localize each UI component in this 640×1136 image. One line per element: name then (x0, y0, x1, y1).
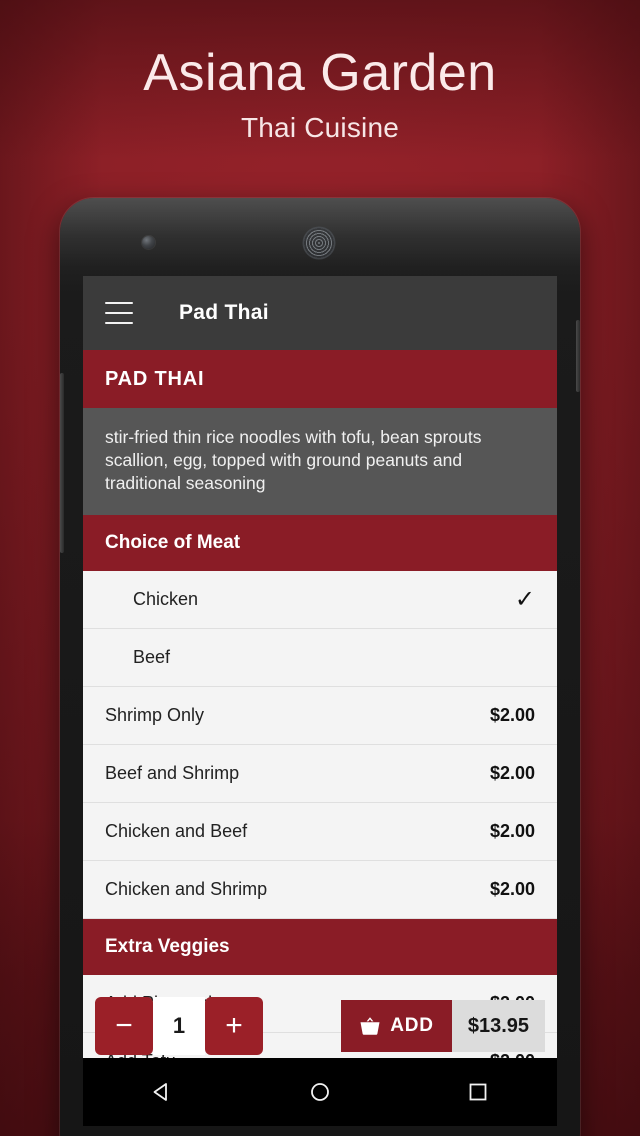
description-line: stir-fried thin rice noodles with tofu, … (105, 427, 482, 447)
app-bar-title: Pad Thai (179, 301, 269, 324)
add-to-cart-button[interactable]: ADD (341, 1000, 452, 1052)
option-label: Chicken (133, 589, 199, 610)
phone-screen: Pad Thai PAD THAI stir-fried thin rice n… (83, 276, 557, 1058)
option-label: Beef and Shrimp (105, 763, 240, 784)
option-row-chicken-and-shrimp[interactable]: Chicken and Shrimp $2.00 (83, 861, 557, 920)
phone-device-mockup: Pad Thai PAD THAI stir-fried thin rice n… (60, 198, 580, 1136)
option-price: $2.00 (489, 705, 535, 726)
option-price: $2.00 (489, 879, 535, 900)
decrement-quantity-button[interactable]: − (95, 997, 153, 1055)
option-row-chicken-and-beef[interactable]: Chicken and Beef $2.00 (83, 803, 557, 862)
option-label: Chicken and Shrimp (105, 879, 268, 900)
option-price: $2.00 (489, 763, 535, 784)
option-price: $2.00 (490, 1051, 535, 1058)
option-label: Shrimp Only (105, 705, 205, 726)
hamburger-menu-icon[interactable] (105, 302, 133, 324)
back-triangle-icon (153, 1083, 167, 1101)
restaurant-name: Asiana Garden (143, 44, 497, 102)
add-button-label: ADD (390, 1015, 434, 1036)
description-line: traditional seasoning (105, 473, 266, 494)
nav-recents-button[interactable] (448, 1072, 508, 1112)
option-row-shrimp-only[interactable]: Shrimp Only $2.00 (83, 687, 557, 746)
front-camera-icon (142, 236, 155, 249)
home-circle-icon (311, 1083, 329, 1101)
recents-square-icon (469, 1083, 487, 1101)
checkmark-icon: ✓ (514, 585, 535, 613)
description-line: scallion, egg, topped with ground peanut… (105, 450, 463, 471)
power-button[interactable] (576, 320, 580, 392)
quantity-value[interactable]: 1 (153, 997, 205, 1055)
item-description: stir-fried thin rice noodles with tofu, … (83, 408, 557, 516)
hero-branding: Asiana Garden Thai Cuisine (0, 44, 640, 144)
app-bar: Pad Thai (83, 276, 557, 350)
nav-home-button[interactable] (290, 1072, 350, 1112)
total-price: $13.95 (451, 1000, 545, 1052)
android-navigation-bar (83, 1058, 557, 1126)
restaurant-tagline: Thai Cuisine (240, 112, 400, 144)
option-label: Chicken and Beef (105, 821, 248, 842)
earpiece-speaker-icon (304, 228, 334, 258)
option-row-chicken[interactable]: Chicken ✓ (83, 571, 557, 630)
section-header-choice-of-meat: Choice of Meat (83, 515, 557, 572)
section-header-extra-veggies: Extra Veggies (83, 919, 557, 976)
item-name-header: PAD THAI (83, 350, 557, 408)
option-row-beef[interactable]: Beef (83, 629, 557, 688)
increment-quantity-button[interactable]: + (205, 997, 263, 1055)
option-label: Beef (133, 647, 171, 668)
volume-rocker-button[interactable] (60, 373, 64, 553)
shopping-basket-icon (360, 1017, 380, 1035)
quantity-stepper: − 1 + (95, 997, 263, 1055)
option-price: $2.00 (489, 821, 535, 842)
add-to-cart-group: ADD $13.95 (341, 1000, 545, 1052)
nav-back-button[interactable] (132, 1072, 192, 1112)
option-row-beef-and-shrimp[interactable]: Beef and Shrimp $2.00 (83, 745, 557, 804)
